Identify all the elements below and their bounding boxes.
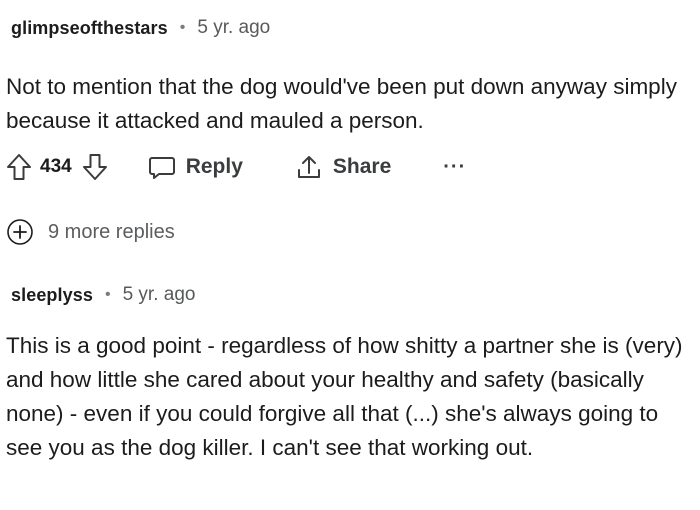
vote-count: 434: [40, 156, 72, 177]
upvote-arrow-icon[interactable]: [6, 153, 32, 181]
share-button[interactable]: Share: [295, 153, 391, 181]
reply-label: Reply: [185, 155, 243, 178]
speech-bubble-icon: [148, 153, 176, 181]
comment-body: Not to mention that the dog would've bee…: [6, 74, 677, 133]
more-options-button[interactable]: ···: [443, 156, 466, 179]
comment-timestamp[interactable]: 5 yr. ago: [123, 284, 196, 306]
comment-1: glimpseofthestars • 5 yr. ago Not to men…: [0, 14, 700, 138]
meta-separator: •: [104, 286, 111, 303]
comment-body: This is a good point - regardless of how…: [6, 333, 683, 460]
share-label: Share: [332, 155, 392, 178]
comment-meta: glimpseofthestars • 5 yr. ago: [0, 14, 700, 42]
vote-controls: 434: [6, 153, 108, 181]
comment-2: sleeplyss • 5 yr. ago This is a good poi…: [0, 281, 700, 465]
reply-button[interactable]: Reply: [148, 153, 243, 181]
meta-separator: •: [179, 19, 186, 36]
more-replies-label: 9 more replies: [48, 220, 175, 243]
more-replies-button[interactable]: 9 more replies: [6, 218, 175, 246]
comment-meta: sleeplyss • 5 yr. ago: [0, 281, 700, 309]
comment-timestamp[interactable]: 5 yr. ago: [197, 17, 270, 39]
downvote-arrow-icon[interactable]: [82, 153, 108, 181]
share-upload-icon: [295, 153, 323, 181]
plus-circle-icon: [6, 218, 34, 246]
comment-author[interactable]: glimpseofthestars: [11, 18, 168, 39]
comment-author[interactable]: sleeplyss: [11, 285, 93, 306]
comment-action-bar: 434 Reply Share ···: [0, 147, 700, 187]
